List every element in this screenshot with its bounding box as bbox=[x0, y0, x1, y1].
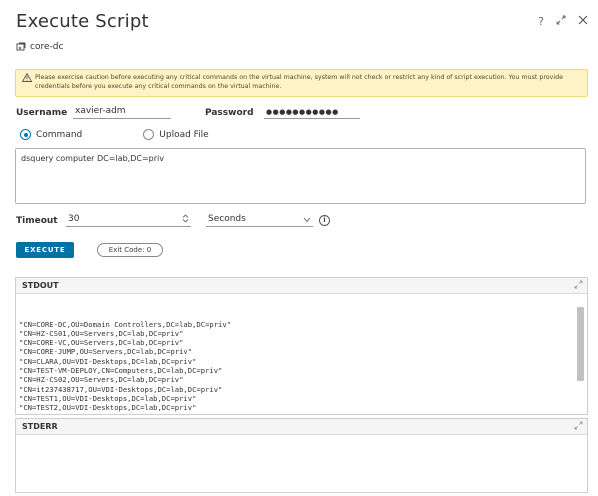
stderr-output bbox=[16, 435, 587, 492]
stderr-expand-button[interactable] bbox=[574, 421, 583, 433]
stdout-output: "CN=CORE-DC,OU=Domain Controllers,DC=lab… bbox=[16, 294, 587, 416]
command-radio[interactable] bbox=[20, 129, 31, 140]
stdout-panel: STDOUT "CN=CORE-DC,OU=Domain Controllers… bbox=[15, 277, 588, 415]
scroll-up-icon[interactable] bbox=[575, 295, 586, 305]
dialog-header-actions: ? bbox=[538, 15, 588, 28]
timeout-label: Timeout bbox=[16, 216, 58, 226]
stdout-line: "CN=HZ-CS02,OU=Servers,DC=lab,DC=priv" bbox=[19, 375, 184, 385]
execute-button[interactable]: EXECUTE bbox=[16, 242, 74, 258]
close-button[interactable] bbox=[578, 15, 588, 28]
timeout-input[interactable]: 30 bbox=[66, 214, 191, 227]
stdout-line: "CN=CORE-JUMP,OU=Servers,DC=lab,DC=priv" bbox=[19, 347, 193, 357]
stdout-line: "CN=HZ-CS01,OU=Servers,DC=lab,DC=priv" bbox=[19, 328, 184, 338]
stderr-title: STDERR bbox=[22, 422, 58, 431]
command-radio-label: Command bbox=[36, 129, 83, 140]
expand-icon bbox=[574, 280, 583, 289]
stderr-panel: STDERR bbox=[15, 418, 588, 493]
mode-selector: Command Upload File bbox=[20, 129, 209, 140]
stdout-line: "CN=TEST-VM-DEPLOY,CN=Computers,DC=lab,D… bbox=[19, 366, 223, 376]
stdout-line: "CN=CLARA,OU=VDI-Desktops,DC=lab,DC=priv… bbox=[19, 356, 197, 366]
chevron-down-icon[interactable] bbox=[303, 216, 311, 225]
stdout-line: "CN=it237438717,OU=VDI-Desktops,DC=lab,D… bbox=[19, 384, 223, 394]
dialog-title: Execute Script bbox=[16, 11, 149, 32]
stderr-header: STDERR bbox=[16, 419, 587, 435]
vm-identifier: core-dc bbox=[16, 42, 63, 52]
expand-icon bbox=[556, 15, 566, 25]
vm-icon bbox=[16, 42, 26, 51]
stdout-scrollbar[interactable] bbox=[575, 295, 586, 413]
stdout-expand-button[interactable] bbox=[574, 280, 583, 292]
stepper-icon[interactable] bbox=[182, 214, 189, 225]
exit-code-badge: Exit Code: 0 bbox=[97, 243, 163, 257]
timeout-unit-value: Seconds bbox=[208, 214, 246, 224]
stdout-line: "CN=TEST2,OU=VDI-Desktops,DC=lab,DC=priv… bbox=[19, 403, 197, 413]
stdout-header: STDOUT bbox=[16, 278, 587, 294]
upload-file-radio[interactable] bbox=[143, 129, 155, 140]
upload-file-radio-label: Upload File bbox=[159, 129, 209, 140]
expand-icon bbox=[574, 421, 583, 430]
stdout-line: "CN=CORE-VC,OU=Servers,DC=lab,DC=priv" bbox=[19, 338, 184, 348]
stdout-line: "CN=TEST1,OU=VDI-Desktops,DC=lab,DC=priv… bbox=[19, 393, 197, 403]
vm-name: core-dc bbox=[30, 42, 64, 52]
help-button[interactable]: ? bbox=[538, 15, 544, 28]
close-icon bbox=[578, 15, 588, 25]
timeout-unit-select[interactable]: Seconds bbox=[206, 214, 313, 227]
username-label: Username bbox=[16, 108, 68, 118]
username-field[interactable]: xavier-adm bbox=[73, 106, 171, 119]
stdout-line: "CN=CORE-DC,OU=Domain Controllers,DC=lab… bbox=[19, 319, 232, 329]
warning-icon bbox=[22, 73, 32, 82]
info-icon[interactable]: i bbox=[319, 215, 330, 226]
expand-dialog-button[interactable] bbox=[556, 15, 566, 28]
warning-text: Please exercise caution before executing… bbox=[35, 74, 564, 90]
password-field[interactable]: ●●●●●●●●●●● bbox=[264, 106, 360, 119]
script-input[interactable]: dsquery computer DC=lab,DC=priv bbox=[15, 148, 586, 204]
warning-banner: Please exercise caution before executing… bbox=[15, 69, 588, 97]
scroll-thumb[interactable] bbox=[577, 307, 584, 381]
stdout-title: STDOUT bbox=[22, 281, 59, 290]
password-label: Password bbox=[205, 108, 254, 118]
stdout-lines: "CN=CORE-DC,OU=Domain Controllers,DC=lab… bbox=[19, 320, 571, 413]
timeout-value: 30 bbox=[68, 214, 80, 224]
scroll-down-icon[interactable] bbox=[575, 401, 586, 411]
